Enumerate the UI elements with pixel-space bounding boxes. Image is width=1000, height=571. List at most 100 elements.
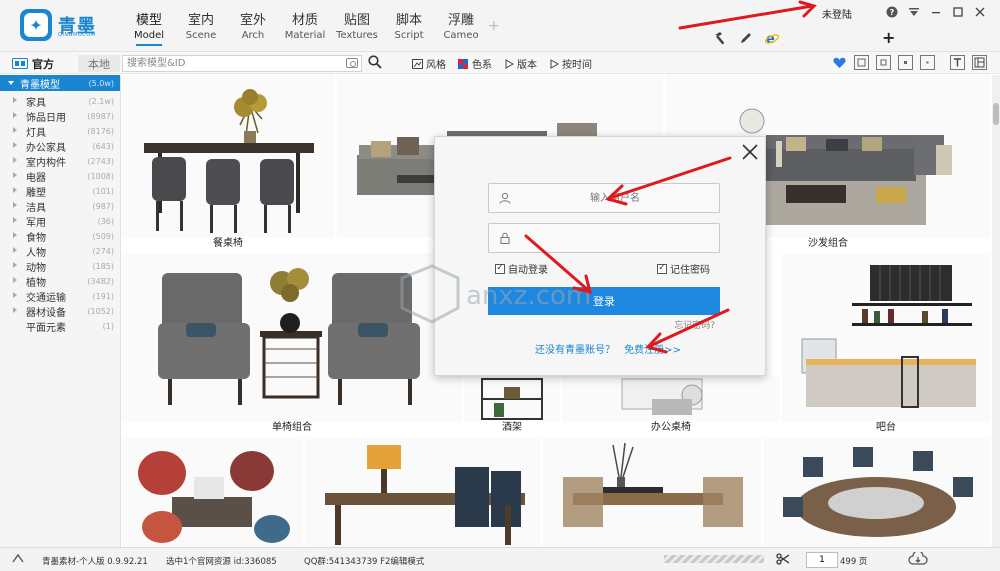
category-count: (185) — [92, 262, 114, 271]
filter-label: 版本 — [517, 60, 537, 71]
expand-arrow-icon[interactable] — [13, 97, 17, 103]
model-card-wine-rack[interactable]: 酒架 — [464, 375, 560, 435]
category-item[interactable]: 家具 (2.1w) — [0, 94, 120, 109]
model-card-dining[interactable]: 餐桌椅 — [122, 75, 334, 251]
expand-arrow-icon[interactable] — [13, 157, 17, 163]
collapse-icon[interactable] — [12, 553, 24, 566]
expand-arrow-icon[interactable] — [13, 127, 17, 133]
category-item[interactable]: 军用 (36) — [0, 214, 120, 229]
dialog-close-icon[interactable] — [741, 143, 759, 161]
category-item[interactable]: 雕塑 (101) — [0, 184, 120, 199]
scrollbar-thumb[interactable] — [993, 103, 999, 125]
category-root[interactable]: 青墨模型 (5.0w) — [0, 75, 120, 91]
hammer-icon[interactable] — [712, 30, 728, 46]
camera-icon[interactable] — [346, 58, 358, 68]
register-link[interactable]: 免费注册>> — [624, 345, 681, 356]
model-card-label: 办公桌椅 — [651, 422, 691, 433]
expand-arrow-icon[interactable] — [13, 142, 17, 148]
heart-icon[interactable] — [832, 55, 847, 70]
dropdown-icon[interactable] — [906, 4, 922, 20]
category-item[interactable]: 洁具 (987) — [0, 199, 120, 214]
tab-arch[interactable]: 室外 Arch — [227, 12, 279, 46]
password-input[interactable] — [515, 230, 715, 246]
tab-label-zh: 室内 — [187, 13, 214, 28]
add-tab-button[interactable]: + — [488, 18, 500, 34]
view-list-icon[interactable] — [920, 55, 935, 70]
login-button[interactable]: 登录 — [488, 287, 720, 315]
scissors-icon[interactable] — [776, 553, 790, 568]
expand-arrow-icon[interactable] — [13, 247, 17, 253]
filter-style[interactable]: 风格 — [412, 56, 446, 71]
login-status-link[interactable]: 未登陆 — [822, 6, 852, 21]
tab-script[interactable]: 脚本 Script — [383, 12, 435, 46]
model-card-bar-counter[interactable]: 吧台 — [782, 253, 990, 435]
view-medium-icon[interactable] — [876, 55, 891, 70]
tab-model[interactable]: 模型 Model — [123, 12, 175, 46]
layout-mode-icon[interactable] — [972, 55, 987, 70]
model-card-round-table[interactable] — [763, 437, 990, 547]
category-item[interactable]: 平面元素 (1) — [0, 319, 120, 334]
view-small-icon[interactable] — [898, 55, 913, 70]
tab-cameo[interactable]: 浮雕 Cameo — [435, 12, 487, 46]
expand-arrow-icon[interactable] — [13, 277, 17, 283]
cloud-download-icon[interactable] — [908, 550, 928, 569]
auto-login-checkbox[interactable]: ✓ 自动登录 — [495, 261, 548, 276]
filter-color[interactable]: 色系 — [458, 56, 492, 71]
filter-time[interactable]: 按时间 — [549, 56, 592, 71]
category-item[interactable]: 饰品日用 (8987) — [0, 109, 120, 124]
category-item[interactable]: 器材设备 (1052) — [0, 304, 120, 319]
tab-scene[interactable]: 室内 Scene — [175, 12, 227, 46]
category-item[interactable]: 办公家具 (643) — [0, 139, 120, 154]
model-card-wood-dining[interactable] — [305, 437, 541, 547]
help-icon[interactable]: ? — [884, 4, 900, 20]
expand-arrow-icon[interactable] — [13, 172, 17, 178]
category-label: 平面元素 — [26, 323, 66, 334]
category-item[interactable]: 动物 (185) — [0, 259, 120, 274]
expand-arrow-icon[interactable] — [13, 217, 17, 223]
model-card-tea-table[interactable] — [543, 437, 761, 547]
expand-arrow-icon[interactable] — [13, 262, 17, 268]
model-card-colorful-chairs[interactable] — [122, 437, 303, 547]
category-item[interactable]: 交通运输 (191) — [0, 289, 120, 304]
source-local-tab[interactable]: 本地 — [78, 55, 120, 72]
model-card-armchair-set[interactable]: 单椅组合 — [122, 253, 462, 435]
username-input[interactable] — [515, 190, 715, 206]
maximize-icon[interactable] — [950, 4, 966, 20]
category-item[interactable]: 植物 (3482) — [0, 274, 120, 289]
remember-password-checkbox[interactable]: ✓ 记住密码 — [657, 261, 710, 276]
pencil-icon[interactable] — [738, 30, 754, 46]
window-controls: ? — [884, 4, 988, 20]
category-count: (5.0w) — [88, 78, 114, 88]
view-large-icon[interactable] — [854, 55, 869, 70]
vertical-scrollbar[interactable] — [992, 75, 1000, 547]
page-total-text: 499 页 — [840, 557, 868, 567]
category-label: 人物 — [26, 248, 46, 259]
expand-arrow-icon[interactable] — [13, 292, 17, 298]
minimize-icon[interactable] — [928, 4, 944, 20]
category-item[interactable]: 人物 (274) — [0, 244, 120, 259]
category-item[interactable]: 食物 (509) — [0, 229, 120, 244]
expand-arrow-icon[interactable] — [13, 307, 17, 313]
close-icon[interactable] — [972, 4, 988, 20]
model-card-office-desk[interactable]: 办公桌椅 — [562, 375, 780, 435]
filter-version[interactable]: 版本 — [504, 56, 537, 71]
tab-material[interactable]: 材质 Material — [279, 12, 331, 46]
source-official-tab[interactable]: 官方 — [12, 55, 54, 72]
page-number-input[interactable] — [806, 552, 838, 568]
expand-arrow-icon[interactable] — [13, 187, 17, 193]
search-icon[interactable] — [368, 55, 382, 69]
forgot-password-link[interactable]: 忘记密码? — [674, 318, 715, 331]
text-mode-icon[interactable] — [950, 55, 965, 70]
logo-mark-icon — [20, 9, 52, 41]
category-item[interactable]: 电器 (1008) — [0, 169, 120, 184]
category-item[interactable]: 室内构件 (2743) — [0, 154, 120, 169]
expand-arrow-icon[interactable] — [13, 232, 17, 238]
new-button[interactable]: + — [882, 28, 895, 47]
ie-icon[interactable]: e — [764, 30, 780, 46]
category-item[interactable]: 灯具 (8176) — [0, 124, 120, 139]
expand-arrow-icon[interactable] — [13, 202, 17, 208]
search-input[interactable] — [123, 56, 333, 71]
tab-textures[interactable]: 贴图 Textures — [331, 12, 383, 46]
expand-arrow-icon[interactable] — [13, 112, 17, 118]
selection-text: 选中1个官网资源 id:336085 — [166, 557, 277, 567]
